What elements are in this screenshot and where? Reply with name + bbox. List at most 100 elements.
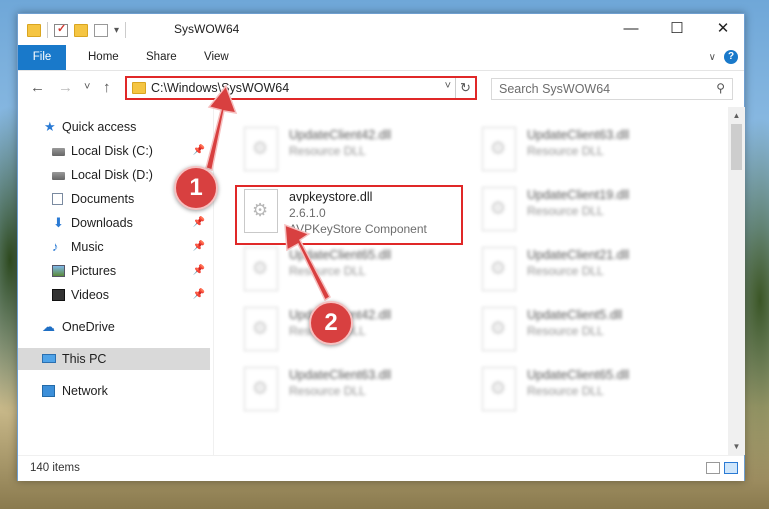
- search-icon[interactable]: ⚲: [716, 81, 725, 95]
- navigation-pane: ★ Quick access Local Disk (C:) 📌 Local D…: [18, 107, 214, 455]
- folder-icon: [132, 82, 146, 94]
- file-type: Resource DLL: [289, 144, 366, 158]
- back-arrow-icon[interactable]: ←: [30, 79, 45, 96]
- address-path[interactable]: C:\Windows\SysWOW64: [151, 81, 289, 95]
- file-list: UpdateClient42.dll Resource DLL UpdateCl…: [215, 107, 728, 455]
- list-item[interactable]: UpdateClient63.dll Resource DLL: [477, 123, 707, 181]
- pin-icon[interactable]: 📌: [193, 212, 205, 234]
- tab-share[interactable]: Share: [132, 45, 191, 70]
- expand-ribbon-chevron-down-icon[interactable]: ∨: [709, 52, 716, 63]
- sidebar-item-downloads[interactable]: ⬇ Downloads 📌: [18, 212, 210, 234]
- dll-file-icon: [244, 247, 278, 291]
- pin-icon[interactable]: 📌: [193, 236, 205, 258]
- dll-file-icon: [482, 127, 516, 171]
- new-folder-icon[interactable]: [74, 23, 88, 37]
- star-icon: ★: [44, 119, 56, 134]
- status-bar: 140 items: [18, 455, 744, 481]
- dll-file-icon: [244, 307, 278, 351]
- scrollbar-thumb[interactable]: [731, 124, 742, 170]
- file-name: UpdateClient63.dll: [289, 368, 392, 382]
- pictures-icon: [52, 265, 65, 277]
- tab-home[interactable]: Home: [74, 45, 133, 70]
- dll-file-icon: [482, 247, 516, 291]
- properties-icon[interactable]: [54, 22, 68, 37]
- navigation-bar: ← → ˅ ↑ C:\Windows\SysWOW64 ˅ ↻ Search S…: [18, 71, 744, 107]
- list-item[interactable]: UpdateClient5.dll Resource DLL: [477, 303, 707, 361]
- item-count: 140 items: [30, 462, 80, 474]
- list-item[interactable]: UpdateClient42.dll Resource DLL: [239, 303, 469, 361]
- ribbon-tabs: File Home Share View ∨ ?: [18, 45, 744, 71]
- list-item[interactable]: UpdateClient19.dll Resource DLL: [477, 183, 707, 241]
- refresh-icon[interactable]: ↻: [455, 78, 475, 98]
- up-arrow-icon[interactable]: ↑: [103, 79, 111, 96]
- sidebar-item-label: Pictures: [71, 264, 117, 278]
- sidebar-item-network[interactable]: Network: [18, 380, 210, 402]
- vertical-scrollbar[interactable]: ▲ ▼: [728, 107, 745, 455]
- scroll-down-arrow-icon[interactable]: ▼: [728, 438, 745, 455]
- chevron-down-icon[interactable]: ▾: [114, 25, 119, 36]
- tab-file[interactable]: File: [18, 45, 66, 70]
- search-placeholder: Search SysWOW64: [499, 82, 611, 96]
- file-type: Resource DLL: [527, 324, 604, 338]
- sidebar-item-onedrive[interactable]: ☁ OneDrive: [18, 316, 210, 338]
- file-type: Resource DLL: [527, 264, 604, 278]
- search-input[interactable]: Search SysWOW64 ⚲: [491, 78, 733, 100]
- maximize-button[interactable]: ☐: [654, 14, 700, 44]
- file-name: UpdateClient42.dll: [289, 128, 392, 142]
- sidebar-item-label: Videos: [71, 288, 109, 302]
- sidebar-item-music[interactable]: ♪ Music 📌: [18, 236, 210, 258]
- pin-icon[interactable]: 📌: [193, 260, 205, 282]
- music-icon: ♪: [52, 239, 59, 254]
- tiles-view-icon[interactable]: [724, 462, 738, 474]
- file-name: UpdateClient5.dll: [527, 308, 623, 322]
- recent-locations-chevron-icon[interactable]: ˅: [84, 81, 90, 93]
- window-title: SysWOW64: [174, 22, 240, 36]
- divider: [47, 22, 48, 38]
- explorer-window: ▾ SysWOW64 — ☐ ✕ File Home Share View ∨ …: [17, 13, 745, 481]
- forward-arrow-icon[interactable]: →: [58, 79, 73, 96]
- highlight-box: [235, 185, 463, 245]
- sidebar-item-local-disk-c[interactable]: Local Disk (C:) 📌: [18, 140, 210, 162]
- disk-icon: [52, 172, 65, 180]
- close-button[interactable]: ✕: [700, 14, 746, 44]
- help-icon[interactable]: ?: [724, 50, 738, 64]
- pin-icon[interactable]: 📌: [193, 284, 205, 306]
- dll-file-icon: [482, 307, 516, 351]
- list-item[interactable]: UpdateClient42.dll Resource DLL: [239, 123, 469, 181]
- file-type: Resource DLL: [527, 384, 604, 398]
- file-name: UpdateClient65.dll: [527, 368, 630, 382]
- callout-2: 2: [309, 301, 353, 345]
- sidebar-item-label: OneDrive: [62, 320, 115, 334]
- list-item[interactable]: UpdateClient63.dll Resource DLL: [239, 363, 469, 421]
- scroll-up-arrow-icon[interactable]: ▲: [728, 107, 745, 124]
- file-name: UpdateClient19.dll: [527, 188, 630, 202]
- this-pc-icon: [42, 354, 56, 363]
- address-bar[interactable]: C:\Windows\SysWOW64 ˅ ↻: [125, 76, 477, 100]
- sidebar-item-label: Quick access: [62, 120, 137, 134]
- list-item[interactable]: UpdateClient65.dll Resource DLL: [477, 363, 707, 421]
- sidebar-item-videos[interactable]: Videos 📌: [18, 284, 210, 306]
- sidebar-item-pictures[interactable]: Pictures 📌: [18, 260, 210, 282]
- sidebar-item-label: Music: [71, 240, 104, 254]
- customize-toolbar-icon[interactable]: [94, 23, 108, 37]
- details-view-icon[interactable]: [706, 462, 720, 474]
- pin-icon[interactable]: 📌: [193, 140, 205, 162]
- tab-view[interactable]: View: [190, 45, 243, 70]
- file-name: UpdateClient21.dll: [527, 248, 630, 262]
- list-item[interactable]: UpdateClient65.dll Resource DLL: [239, 243, 469, 301]
- divider: [125, 22, 127, 38]
- minimize-button[interactable]: —: [608, 14, 654, 44]
- dll-file-icon: [244, 127, 278, 171]
- address-dropdown-chevron-icon[interactable]: ˅: [445, 80, 451, 92]
- file-type: Resource DLL: [527, 144, 604, 158]
- sidebar-item-label: This PC: [62, 352, 107, 366]
- file-name: UpdateClient63.dll: [527, 128, 630, 142]
- quick-access-toolbar: ▾: [27, 22, 127, 38]
- network-icon: [42, 385, 55, 397]
- sidebar-item-label: Local Disk (D:): [71, 168, 153, 182]
- sidebar-item-quick-access[interactable]: ★ Quick access: [18, 116, 210, 138]
- file-type: Resource DLL: [527, 204, 604, 218]
- sidebar-item-this-pc[interactable]: This PC: [18, 348, 210, 370]
- dll-file-icon: [482, 187, 516, 231]
- list-item[interactable]: UpdateClient21.dll Resource DLL: [477, 243, 707, 301]
